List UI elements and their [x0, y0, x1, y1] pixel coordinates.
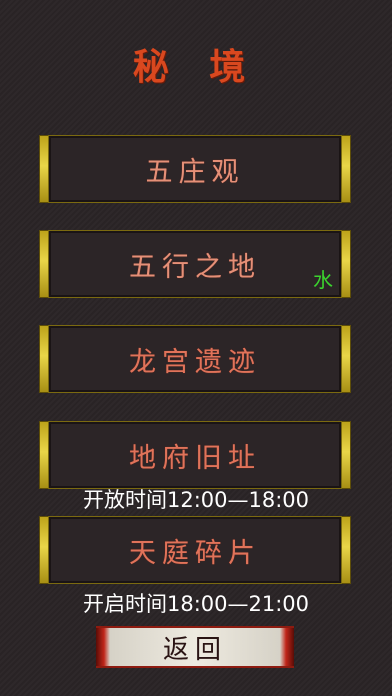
realm-button-frame: 天庭碎片 — [48, 516, 342, 584]
realm-button-label: 五行之地 — [129, 251, 261, 283]
realm-button-frame: 五行之地 水 — [48, 230, 342, 298]
realm-button-frame: 五庄观 — [48, 135, 342, 203]
back-button-label: 返回 — [162, 634, 227, 665]
page-title: 秘 境 — [132, 46, 260, 88]
realm-button-wuxing[interactable]: 五行之地 水 — [40, 230, 350, 298]
difu-open-time: 开放时间12:00—18:00 — [82, 488, 310, 512]
realm-button-label: 地府旧址 — [129, 442, 261, 474]
element-water-badge: 水 — [313, 268, 333, 292]
realm-button-tianting[interactable]: 天庭碎片 — [40, 516, 350, 584]
tianting-open-time: 开启时间18:00—21:00 — [82, 592, 310, 616]
realm-button-label: 天庭碎片 — [129, 537, 261, 569]
realm-button-difu[interactable]: 地府旧址 — [40, 421, 350, 489]
back-button[interactable]: 返回 — [96, 626, 294, 668]
realm-button-frame: 地府旧址 — [48, 421, 342, 489]
realm-button-longgong[interactable]: 龙宫遗迹 — [40, 325, 350, 393]
realm-button-label: 五庄观 — [145, 156, 245, 188]
realm-button-label: 龙宫遗迹 — [129, 346, 261, 378]
realm-button-frame: 龙宫遗迹 — [48, 325, 342, 393]
realm-button-wuzhuangguan[interactable]: 五庄观 — [40, 135, 350, 203]
